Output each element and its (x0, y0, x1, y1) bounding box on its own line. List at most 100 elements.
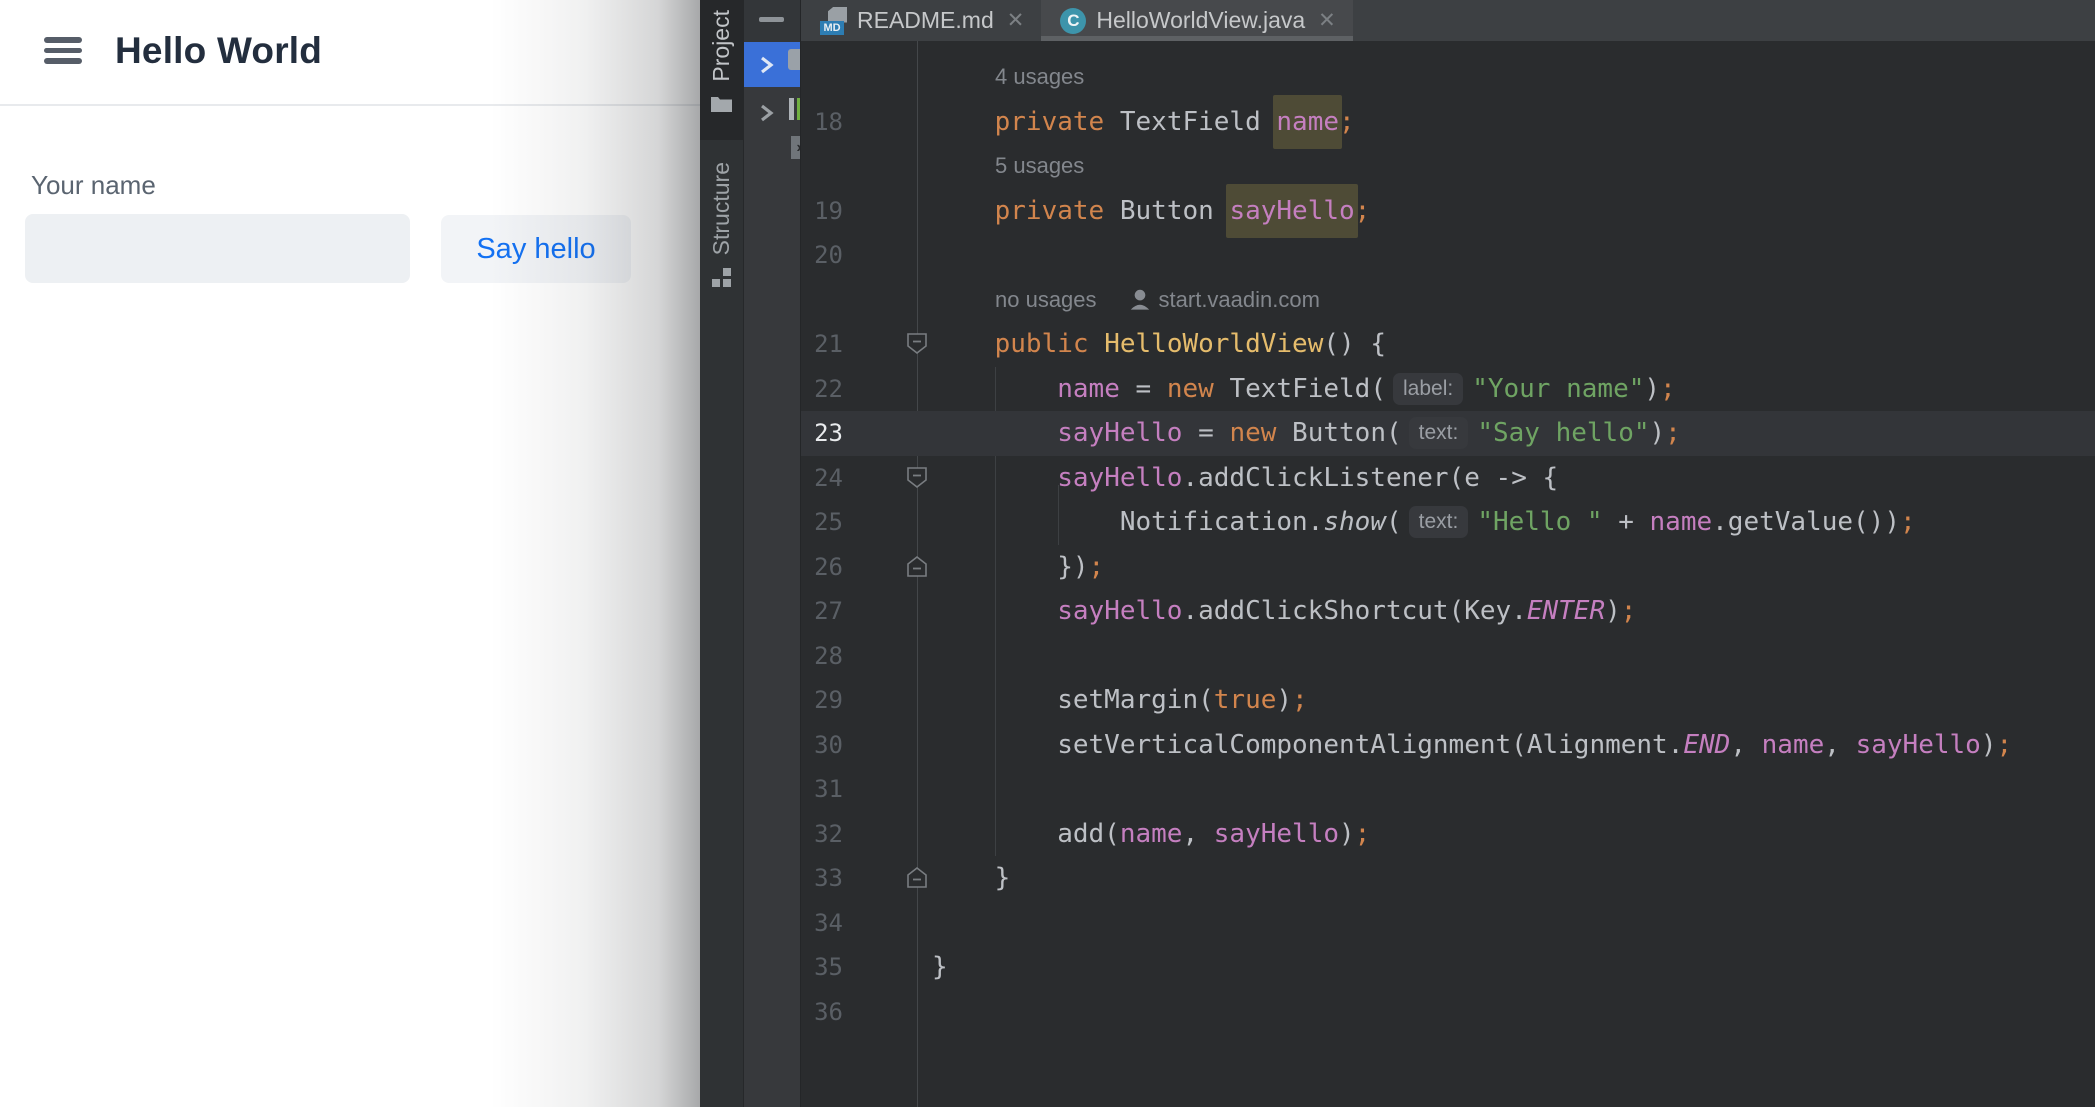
usages-hint[interactable]: 5 usages (995, 144, 1084, 189)
editor-line[interactable]: 20 (801, 233, 2095, 278)
fold-marker-icon[interactable] (905, 331, 929, 356)
chevron-right-icon[interactable] (759, 102, 774, 124)
line-number[interactable]: 32 (801, 812, 843, 857)
code-token: new (1167, 374, 1214, 404)
line-number[interactable]: 30 (801, 723, 843, 768)
code-vision-author-hint[interactable]: no usages start.vaadin.com (995, 278, 1320, 323)
code-text[interactable]: setMargin(true); (932, 678, 1308, 723)
code-token: name (1273, 95, 1342, 150)
editor-line[interactable]: 31 (801, 767, 2095, 812)
tree-item[interactable]: › (744, 135, 800, 161)
line-number[interactable]: 20 (801, 233, 843, 278)
line-number[interactable]: 33 (801, 856, 843, 901)
code-token: TextField (1104, 107, 1276, 137)
chevron-right-icon[interactable] (759, 54, 774, 76)
code-text[interactable]: sayHello = new Button(text:"Say hello"); (932, 411, 1681, 456)
fold-marker-icon[interactable] (905, 865, 929, 890)
code-token: .addClickListener(e -> { (1182, 463, 1558, 493)
code-text[interactable]: add(name, sayHello); (932, 812, 1370, 857)
editor-line[interactable]: 24 sayHello.addClickListener(e -> { (801, 456, 2095, 501)
code-token: Button (1104, 196, 1229, 226)
ide-window: Project Structure (700, 0, 2095, 1107)
code-text[interactable]: sayHello.addClickShortcut(Key.ENTER); (932, 589, 1636, 634)
chevron-badge-icon: › (791, 136, 800, 159)
code-token (932, 196, 995, 226)
editor-line[interactable]: 33 } (801, 856, 2095, 901)
code-token (932, 107, 995, 137)
line-number[interactable]: 28 (801, 634, 843, 679)
structure-tool-button[interactable]: Structure (700, 152, 743, 304)
close-tab-icon[interactable]: ✕ (1007, 10, 1025, 31)
code-text[interactable]: private Button sayHello; (932, 189, 1370, 234)
inlay-hint: text: (1409, 506, 1469, 538)
code-text[interactable]: Notification.show(text:"Hello " + name.g… (932, 500, 1916, 545)
line-number[interactable]: 18 (801, 100, 843, 145)
code-token: () { (1323, 329, 1386, 359)
line-number[interactable]: 36 (801, 990, 843, 1035)
usages-hint[interactable]: 4 usages (995, 55, 1084, 100)
code-text[interactable]: sayHello.addClickListener(e -> { (932, 456, 1558, 501)
editor-line[interactable]: 22 name = new TextField(label:"Your name… (801, 367, 2095, 412)
line-number[interactable]: 35 (801, 945, 843, 990)
editor-line[interactable]: 36 (801, 990, 2095, 1035)
tab-readme[interactable]: MD README.md ✕ (801, 0, 1041, 41)
author-hint[interactable]: start.vaadin.com (1159, 287, 1320, 313)
editor-line[interactable]: 23 sayHello = new Button(text:"Say hello… (801, 411, 2095, 456)
code-text[interactable]: }); (932, 545, 1104, 590)
editor-line[interactable]: 19 private Button sayHello; (801, 189, 2095, 234)
folder-icon (788, 49, 800, 70)
code-text[interactable]: private TextField name; (932, 100, 1355, 145)
editor-line[interactable]: 18 private TextField name; (801, 100, 2095, 145)
name-input[interactable] (25, 214, 410, 283)
code-text[interactable]: setVerticalComponentAlignment(Alignment.… (932, 723, 2012, 768)
editor-line[interactable]: 21 public HelloWorldView() { (801, 322, 2095, 367)
line-number[interactable]: 29 (801, 678, 843, 723)
code-token: ENTER (1527, 596, 1605, 626)
line-number[interactable]: 23 (801, 411, 843, 456)
editor-line[interactable]: 26 }); (801, 545, 2095, 590)
code-editor[interactable]: 4 usages18 private TextField name;5 usag… (801, 41, 2095, 1107)
close-tab-icon[interactable]: ✕ (1318, 10, 1336, 31)
line-number[interactable]: 24 (801, 456, 843, 501)
menu-toggle-icon[interactable] (44, 37, 82, 64)
code-text[interactable]: public HelloWorldView() { (932, 322, 1386, 367)
editor-line[interactable]: 32 add(name, sayHello); (801, 812, 2095, 857)
code-token: public (995, 329, 1089, 359)
code-token: ) (1605, 596, 1621, 626)
code-text[interactable]: } (932, 856, 1010, 901)
say-hello-button[interactable]: Say hello (441, 215, 631, 283)
editor-line[interactable]: 25 Notification.show(text:"Hello " + nam… (801, 500, 2095, 545)
line-number[interactable]: 31 (801, 767, 843, 812)
fold-marker-icon[interactable] (905, 554, 929, 579)
editor-line[interactable]: 27 sayHello.addClickShortcut(Key.ENTER); (801, 589, 2095, 634)
code-token (932, 596, 1057, 626)
project-tool-button[interactable]: Project (700, 0, 743, 140)
line-number[interactable]: 26 (801, 545, 843, 590)
line-number[interactable]: 22 (801, 367, 843, 412)
code-token: setMargin( (932, 685, 1214, 715)
code-token: TextField( (1214, 374, 1386, 404)
line-number[interactable]: 27 (801, 589, 843, 634)
code-text[interactable]: } (932, 945, 948, 990)
editor-line[interactable]: 28 (801, 634, 2095, 679)
code-text[interactable]: name = new TextField(label:"Your name"); (932, 367, 1676, 412)
tab-helloworldview[interactable]: C HelloWorldView.java ✕ (1041, 0, 1352, 41)
editor-line[interactable]: 35} (801, 945, 2095, 990)
tree-item[interactable] (744, 93, 800, 133)
tree-item-selected[interactable] (744, 42, 800, 87)
line-number[interactable]: 19 (801, 189, 843, 234)
line-number[interactable]: 25 (801, 500, 843, 545)
code-token: ; (1900, 507, 1916, 537)
line-number[interactable]: 21 (801, 322, 843, 367)
editor-line[interactable]: 30 setVerticalComponentAlignment(Alignme… (801, 723, 2095, 768)
module-icon (789, 98, 794, 120)
editor-line[interactable]: 29 setMargin(true); (801, 678, 2095, 723)
usages-hint[interactable]: no usages (995, 287, 1097, 313)
line-number[interactable]: 34 (801, 901, 843, 946)
fold-marker-icon[interactable] (905, 465, 929, 490)
code-token: name (1762, 730, 1825, 760)
structure-icon (712, 268, 731, 287)
code-token: ; (1089, 552, 1105, 582)
editor-line[interactable]: 34 (801, 901, 2095, 946)
hide-panel-icon[interactable] (759, 17, 784, 22)
